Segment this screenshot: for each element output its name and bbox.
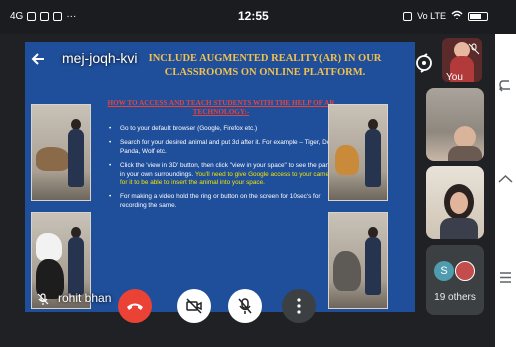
status-right: Vo LTE xyxy=(403,10,488,22)
others-count: 19 others xyxy=(434,292,476,303)
volte-label: Vo LTE xyxy=(417,11,446,21)
participant-tile[interactable] xyxy=(426,88,484,161)
mic-off-small-icon xyxy=(36,292,50,306)
wifi-icon xyxy=(451,10,463,22)
android-nav-bar xyxy=(495,34,516,347)
shared-presentation: INCLUDE AUGMENTED REALITY(AR) IN OUR CLA… xyxy=(25,42,415,312)
phone-screen: 4G ··· 12:55 Vo LTE INCLUDE AUGMENTED RE… xyxy=(0,0,516,347)
overflow-dots-icon: ··· xyxy=(66,11,77,22)
battery-icon xyxy=(468,11,488,21)
slide-title: INCLUDE AUGMENTED REALITY(AR) IN OUR CLA… xyxy=(148,53,382,78)
ar-photo-deer xyxy=(31,104,91,201)
participant-tile[interactable] xyxy=(426,166,484,239)
alarm-icon xyxy=(403,11,413,21)
camera-switch-icon[interactable] xyxy=(414,53,434,73)
clock: 12:55 xyxy=(238,9,269,23)
status-left: 4G ··· xyxy=(10,11,76,22)
phone-hangup-icon xyxy=(127,303,143,310)
nav-menu-icon[interactable] xyxy=(498,270,513,285)
bullet-item: Click the 'view in 3D' button, then clic… xyxy=(109,162,337,187)
bullet-item: Go to your default browser (Google, Fire… xyxy=(109,125,337,134)
notification-icon-2 xyxy=(53,12,63,21)
more-options-button[interactable] xyxy=(282,289,316,323)
ar-photo-tiger xyxy=(328,104,388,201)
camera-toggle-button[interactable] xyxy=(177,289,211,323)
bullet-item: For making a video hold the ring or butt… xyxy=(109,193,337,210)
slide-subtitle: HOW TO ACCESS AND TEACH STUDENTS WITH TH… xyxy=(107,99,335,116)
mic-toggle-button[interactable] xyxy=(228,289,262,323)
self-mic-off-icon xyxy=(468,42,480,55)
self-label: You xyxy=(446,72,463,83)
camera-off-icon xyxy=(186,298,202,314)
bullet-item: Search for your desired animal and put 3… xyxy=(109,139,337,156)
end-call-button[interactable] xyxy=(118,289,152,323)
meeting-code: mej-joqh-kvi xyxy=(62,50,138,66)
nav-home-icon[interactable] xyxy=(498,174,513,189)
network-label: 4G xyxy=(10,11,24,22)
presenter-name: rohit bhan xyxy=(58,291,112,305)
avatar: S xyxy=(434,261,454,281)
ar-photo-wolf xyxy=(328,212,388,309)
arrow-left-icon[interactable] xyxy=(30,51,46,67)
others-tile[interactable]: S 19 others xyxy=(426,245,484,315)
slide-bullets: Go to your default browser (Google, Fire… xyxy=(109,125,337,216)
avatar xyxy=(455,261,475,281)
more-vert-icon xyxy=(297,298,301,314)
nav-back-icon[interactable] xyxy=(498,78,513,93)
signal-icon xyxy=(27,12,37,21)
notification-icon xyxy=(40,12,50,21)
mic-off-icon xyxy=(238,298,252,314)
status-bar: 4G ··· 12:55 Vo LTE xyxy=(0,0,516,34)
